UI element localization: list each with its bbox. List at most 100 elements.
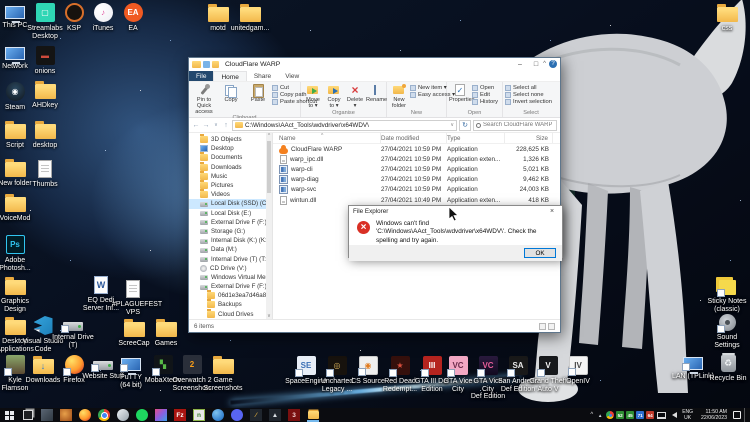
qat-new-folder-icon[interactable] — [212, 61, 219, 68]
address-input[interactable]: C:\Windows\AAct_Tools\wdvdriver\x64WDV\ … — [232, 120, 457, 131]
language-indicator[interactable]: ENG UK — [680, 409, 695, 421]
search-input[interactable]: Search CloudFlare WARP — [473, 120, 557, 131]
ribbon-button[interactable]: Invert selection — [505, 99, 552, 105]
ribbon-button[interactable]: Move to ▾ — [303, 83, 323, 110]
back-icon[interactable]: ← — [192, 122, 200, 129]
title-bar[interactable]: CloudFlare WARP – □ × — [189, 58, 560, 71]
desktop-icon[interactable]: Thumbs — [28, 160, 62, 189]
column-header-size[interactable]: Size — [505, 133, 553, 143]
ribbon-button[interactable]: Copy to ▾ — [324, 83, 344, 110]
scroll-down-icon[interactable]: ∨ — [266, 313, 272, 319]
up-icon[interactable]: ↑ — [222, 122, 230, 129]
ribbon-tab[interactable]: Home — [213, 71, 246, 81]
desktop-icon[interactable]: ♻ Recycle Bin — [711, 354, 745, 383]
taskbar-app-button[interactable]: n — [193, 409, 205, 421]
taskbar-app-button[interactable]: ▲ — [269, 409, 281, 421]
nav-item[interactable]: Cloud Drives — [189, 310, 272, 319]
taskbar-app-button[interactable] — [60, 409, 72, 421]
taskbar-app-button[interactable] — [41, 409, 53, 421]
nav-item[interactable]: External Drive F (F:) — [189, 218, 272, 227]
ribbon-button[interactable]: New folder — [389, 83, 409, 110]
desktop-icon[interactable]: ▬ onions — [28, 46, 62, 76]
tray-icon[interactable]: 45 — [626, 411, 634, 419]
nav-item[interactable]: Backups — [189, 300, 272, 309]
desktop-icon[interactable]: Ps Adobe Photosh... — [0, 235, 32, 272]
taskbar-app-button[interactable]: 3 — [288, 409, 300, 421]
ribbon-button[interactable]: Paste — [245, 83, 271, 115]
column-header-date[interactable]: Date modified — [381, 133, 447, 143]
file-row[interactable]: CloudFlare WARP 27/04/2021 10:59 PM Appl… — [273, 144, 560, 154]
desktop-icon[interactable]: ◎ Uncharted Legacy ... — [320, 356, 354, 393]
ribbon-button[interactable]: Select none — [505, 92, 552, 98]
taskbar-app-button[interactable] — [212, 409, 224, 421]
taskbar-app-button[interactable] — [231, 409, 243, 421]
taskbar-app-button[interactable] — [117, 409, 129, 421]
action-center-icon[interactable] — [733, 411, 741, 419]
tray-chevron-up-icon[interactable]: ^ — [590, 412, 593, 418]
nav-item[interactable]: CD Drive (V:) — [189, 264, 272, 273]
show-desktop-button[interactable] — [744, 408, 748, 422]
tray-icon[interactable]: 52 — [616, 411, 624, 419]
network-icon[interactable] — [657, 412, 666, 419]
ribbon-button[interactable]: Copy — [218, 83, 244, 115]
desktop-icon[interactable]: AHDkey — [28, 80, 62, 110]
dialog-close-icon[interactable]: × — [546, 208, 558, 215]
desktop-icon[interactable]: desktop — [28, 120, 62, 150]
recent-dropdown-icon[interactable]: ∨ — [212, 122, 220, 128]
help-icon[interactable]: ? — [549, 60, 557, 68]
ribbon-button[interactable]: Open — [472, 85, 498, 91]
scroll-up-icon[interactable]: ^ — [266, 133, 272, 139]
details-view-icon[interactable] — [539, 323, 546, 330]
nav-item[interactable]: Internal Disk (K:) (K:) — [189, 236, 272, 245]
column-header-name[interactable]: Name — [279, 133, 381, 143]
desktop-icon[interactable]: Games — [149, 318, 183, 348]
desktop-icon[interactable]: IV OpenIV — [561, 356, 595, 386]
ribbon-tab[interactable]: File — [189, 71, 213, 81]
ribbon-button[interactable]: Pin to Quick access — [191, 83, 217, 115]
desktop-icon[interactable]: #PLAGUEFEST VPS — [116, 280, 150, 316]
taskbar-app-button[interactable] — [22, 409, 34, 421]
file-row[interactable]: warp_ipc.dll 27/04/2021 10:59 PM Applica… — [273, 154, 560, 164]
file-row[interactable]: warp-svc 27/04/2021 10:59 PM Application… — [273, 185, 560, 195]
nav-item[interactable]: 06d1e3ea7d46a8d86c8652fe — [189, 291, 272, 300]
clock[interactable]: 11:50 AM 22/06/2023 — [698, 409, 730, 422]
ribbon-button[interactable]: Rename — [366, 83, 386, 110]
nav-item[interactable]: Data (M:) — [189, 245, 272, 254]
ribbon-button[interactable]: ✓ Properties — [449, 83, 471, 110]
refresh-icon[interactable]: ↻ — [459, 120, 471, 131]
ribbon-button[interactable]: History — [472, 99, 498, 105]
qat-properties-icon[interactable] — [203, 61, 210, 68]
tray-icon[interactable]: ▲ — [596, 411, 604, 419]
nav-item[interactable]: Storage (G:) — [189, 227, 272, 236]
taskbar-app-button[interactable] — [155, 409, 167, 421]
nav-item[interactable]: Local Disk (E:) — [189, 209, 272, 218]
desktop-icon[interactable]: V Grand Theft Auto V — [531, 356, 565, 393]
desktop-icon[interactable]: EA EA — [116, 3, 150, 33]
desktop-icon[interactable]: Graphics Design — [0, 276, 32, 313]
maximize-button[interactable]: □ — [528, 58, 544, 71]
desktop-icon[interactable]: Internal Drive (T) — [56, 316, 90, 349]
nav-item[interactable]: Local Disk (SSD) (C:) — [189, 199, 272, 208]
collapse-ribbon-icon[interactable]: ^ — [543, 61, 546, 67]
tray-icon[interactable]: 64 — [646, 411, 654, 419]
scrollbar-thumb[interactable] — [267, 141, 271, 193]
nav-item[interactable]: Videos — [189, 190, 272, 199]
desktop-icon[interactable]: Sound Settings — [710, 314, 744, 349]
ribbon-tab[interactable]: View — [278, 71, 306, 81]
tray-icon[interactable]: 71 — [636, 411, 644, 419]
nav-scrollbar[interactable]: ^ ∨ — [266, 133, 272, 319]
ribbon-button[interactable]: Edit — [472, 92, 498, 98]
taskbar-app-button[interactable] — [79, 409, 91, 421]
taskbar-app-button[interactable]: ∕ — [250, 409, 262, 421]
nav-item[interactable]: Windows Virtual Memory ( — [189, 273, 272, 282]
minimize-button[interactable]: – — [512, 58, 528, 71]
forward-icon[interactable]: → — [202, 122, 210, 129]
column-header-type[interactable]: Type — [447, 133, 505, 143]
desktop-icon[interactable]: unitedgam... — [233, 3, 267, 33]
taskbar-app-button[interactable] — [98, 409, 110, 421]
file-row[interactable]: warp-cli 27/04/2021 10:59 PM Application… — [273, 164, 560, 174]
ribbon-button[interactable]: Select all — [505, 85, 552, 91]
file-row[interactable]: warp-diag 27/04/2021 10:59 PM Applicatio… — [273, 175, 560, 185]
taskbar-app-button[interactable] — [307, 409, 319, 421]
nav-item[interactable]: Internal Drive (T) (T:) — [189, 254, 272, 263]
